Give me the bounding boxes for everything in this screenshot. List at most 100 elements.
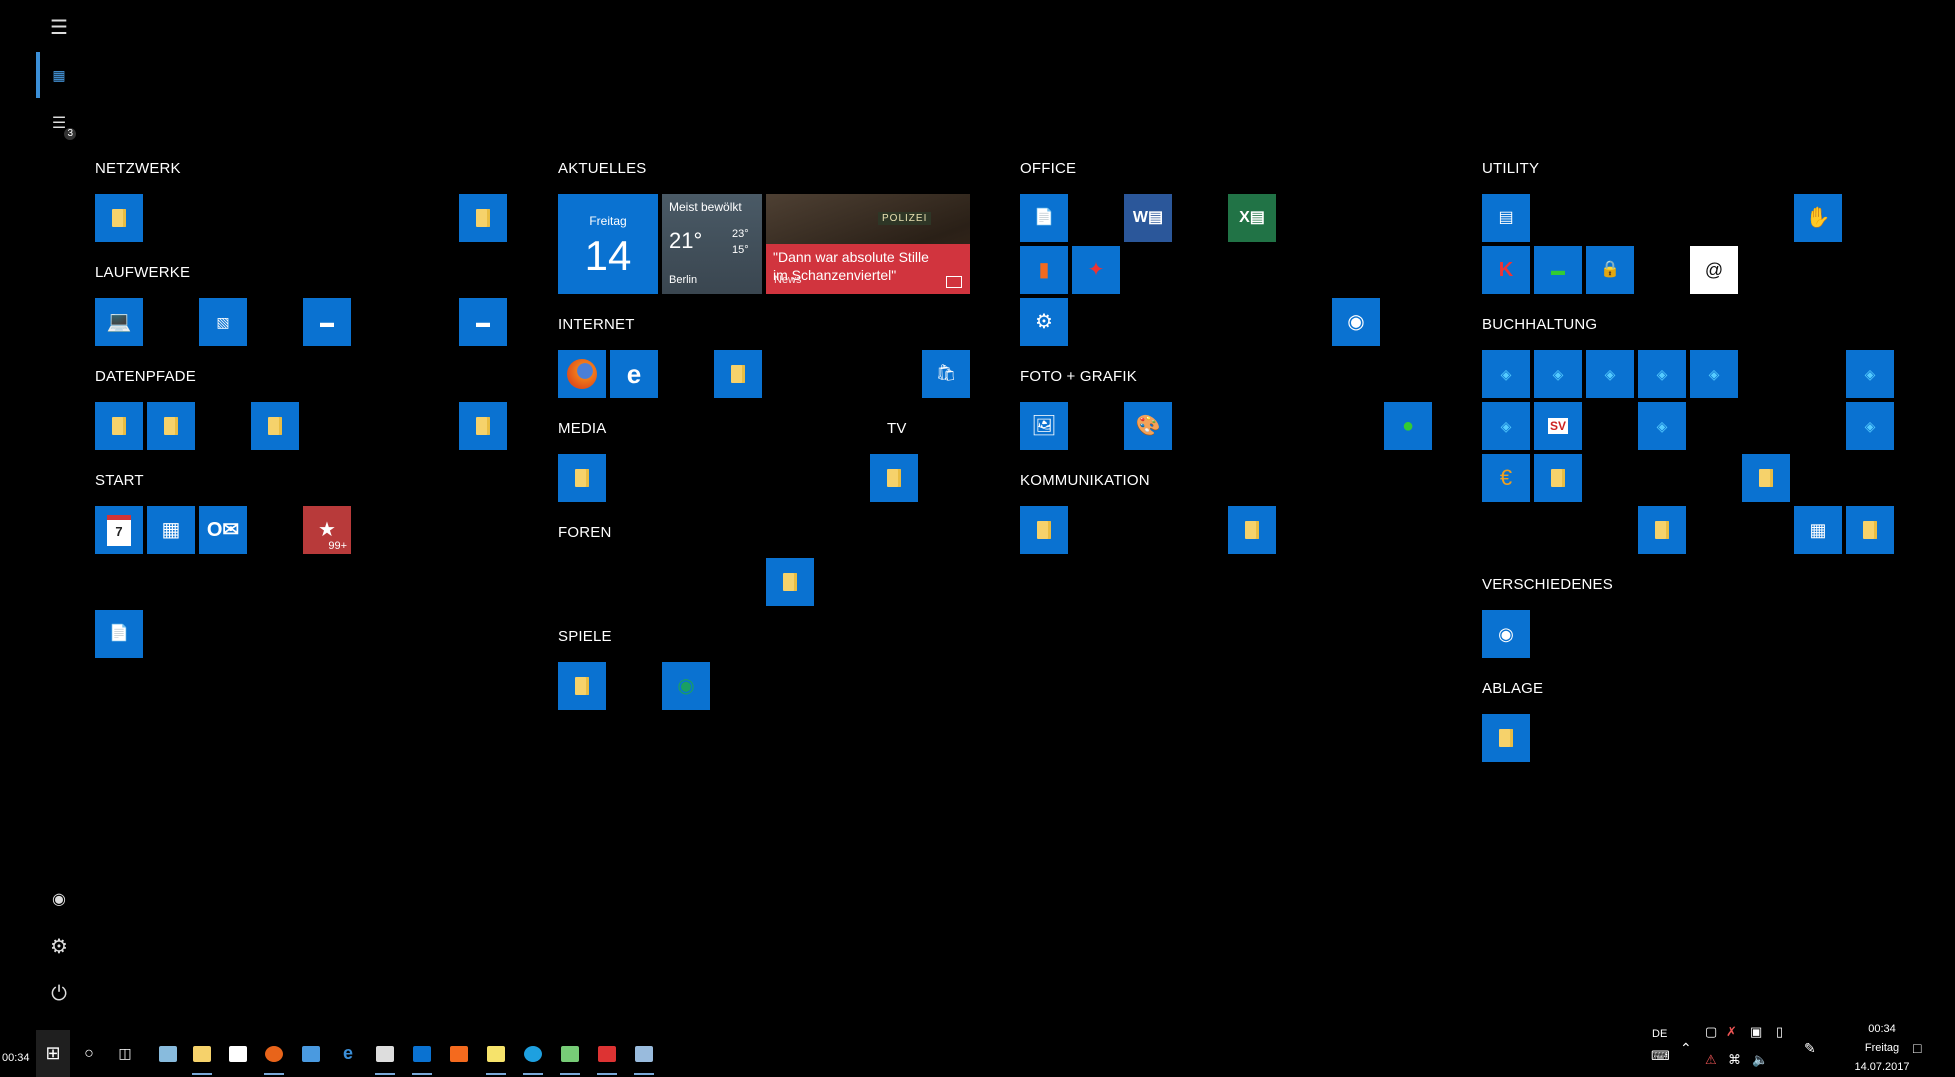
folder-tile[interactable] bbox=[870, 454, 918, 502]
taskbar-explorer[interactable] bbox=[186, 1030, 218, 1077]
office-app-tile[interactable]: ⚙ bbox=[1020, 298, 1068, 346]
app-tile[interactable]: ▦ bbox=[147, 506, 195, 554]
folder-tile[interactable] bbox=[1020, 506, 1068, 554]
office-app-tile[interactable]: 📄 bbox=[1020, 194, 1068, 242]
game-tile[interactable]: ◉ bbox=[662, 662, 710, 710]
folder-tile[interactable] bbox=[766, 558, 814, 606]
folder-tile[interactable] bbox=[558, 662, 606, 710]
acrobat-tile[interactable]: ✦ bbox=[1072, 246, 1120, 294]
taskbar-store[interactable] bbox=[222, 1030, 254, 1077]
tray-time[interactable]: 00:34 bbox=[1852, 1023, 1912, 1035]
folder-tile[interactable] bbox=[1846, 506, 1894, 554]
group-title-foren[interactable]: FOREN bbox=[558, 524, 612, 541]
accounting-tile[interactable]: ◈ bbox=[1846, 402, 1894, 450]
accounting-tile[interactable]: ◈ bbox=[1482, 350, 1530, 398]
graphic-app-tile[interactable]: ● bbox=[1384, 402, 1432, 450]
outlook-tile[interactable]: O✉ bbox=[199, 506, 247, 554]
accounting-tile[interactable]: ◈ bbox=[1638, 402, 1686, 450]
office-app-tile[interactable]: ◉ bbox=[1332, 298, 1380, 346]
folder-tile[interactable] bbox=[251, 402, 299, 450]
kaspersky-tile[interactable]: K bbox=[1482, 246, 1530, 294]
drive-tile[interactable]: ▬ bbox=[459, 298, 507, 346]
settings-gear-icon[interactable]: ⚙ bbox=[36, 923, 82, 969]
folder-tile[interactable] bbox=[1482, 714, 1530, 762]
tray-usb-icon[interactable]: ▯ bbox=[1776, 1024, 1783, 1040]
office-app-tile[interactable]: ▮ bbox=[1020, 246, 1068, 294]
edge-tile[interactable]: e bbox=[610, 350, 658, 398]
group-title-netzwerk[interactable]: NETZWERK bbox=[95, 160, 181, 177]
folder-tile[interactable] bbox=[459, 194, 507, 242]
accounting-tile[interactable]: ◈ bbox=[1586, 350, 1634, 398]
drive-tile[interactable]: ▧ bbox=[199, 298, 247, 346]
taskbar-app[interactable] bbox=[443, 1030, 475, 1077]
taskbar-edge[interactable]: e bbox=[332, 1030, 364, 1077]
group-title-ablage[interactable]: ABLAGE bbox=[1482, 680, 1543, 697]
calendar-live-tile[interactable]: Freitag 14 bbox=[558, 194, 658, 294]
accounting-tile[interactable]: ◈ bbox=[1534, 350, 1582, 398]
task-view-button[interactable]: ◫ bbox=[110, 1030, 140, 1077]
tray-app-icon[interactable]: ▢ bbox=[1705, 1024, 1717, 1040]
drive-tile[interactable]: ▬ bbox=[303, 298, 351, 346]
taskbar-app[interactable] bbox=[295, 1030, 327, 1077]
utility-tile[interactable]: ▤ bbox=[1482, 194, 1530, 242]
app-tile[interactable]: ★ 99+ bbox=[303, 506, 351, 554]
group-title-spiele[interactable]: SPIELE bbox=[558, 628, 612, 645]
taskbar-app[interactable] bbox=[369, 1030, 401, 1077]
group-title-start[interactable]: START bbox=[95, 472, 144, 489]
folder-tile[interactable] bbox=[1742, 454, 1790, 502]
taskbar-app[interactable] bbox=[591, 1030, 623, 1077]
folder-tile[interactable] bbox=[714, 350, 762, 398]
folder-tile[interactable] bbox=[147, 402, 195, 450]
group-title-buchhaltung[interactable]: BUCHHALTUNG bbox=[1482, 316, 1597, 333]
hamburger-menu-icon[interactable]: ☰ bbox=[36, 4, 82, 50]
paint-tile[interactable]: 🎨 bbox=[1124, 402, 1172, 450]
show-hidden-icons-chevron-icon[interactable]: ⌃ bbox=[1680, 1040, 1692, 1057]
pinned-tiles-icon[interactable]: ▦ bbox=[36, 52, 82, 98]
start-button[interactable]: ⊞ bbox=[36, 1030, 70, 1077]
keyboard-icon[interactable]: ⌨ bbox=[1651, 1048, 1670, 1064]
accounting-tile[interactable]: ◈ bbox=[1482, 402, 1530, 450]
weather-live-tile[interactable]: Meist bewölkt 21° 23° 15° Berlin bbox=[662, 194, 762, 294]
svnet-tile[interactable]: SV bbox=[1534, 402, 1582, 450]
euro-tile[interactable]: € bbox=[1482, 454, 1530, 502]
taskbar-firefox[interactable] bbox=[258, 1030, 290, 1077]
group-title-tv[interactable]: TV bbox=[887, 420, 907, 437]
folder-tile[interactable] bbox=[1228, 506, 1276, 554]
email-lock-tile[interactable]: @ bbox=[1690, 246, 1738, 294]
network-icon[interactable]: ⌘ bbox=[1728, 1052, 1741, 1068]
group-title-utility[interactable]: UTILITY bbox=[1482, 160, 1539, 177]
group-title-media[interactable]: MEDIA bbox=[558, 420, 607, 437]
group-title-laufwerke[interactable]: LAUFWERKE bbox=[95, 264, 190, 281]
word-tile[interactable]: W▤ bbox=[1124, 194, 1172, 242]
group-title-kommunikation[interactable]: KOMMUNIKATION bbox=[1020, 472, 1150, 489]
tray-weekday[interactable]: Freitag bbox=[1852, 1042, 1912, 1054]
tray-lock-icon[interactable]: ▣ bbox=[1750, 1024, 1762, 1040]
cortana-button[interactable]: ○ bbox=[74, 1030, 104, 1077]
group-title-verschiedenes[interactable]: VERSCHIEDENES bbox=[1482, 576, 1613, 593]
app-tile[interactable]: 📄 bbox=[95, 610, 143, 658]
taskbar-app[interactable] bbox=[554, 1030, 586, 1077]
power-icon[interactable]: ⏻ bbox=[36, 971, 82, 1017]
taskbar-app[interactable] bbox=[152, 1030, 184, 1077]
calculator-tile[interactable]: ▦ bbox=[1794, 506, 1842, 554]
accounting-tile[interactable]: ◈ bbox=[1846, 350, 1894, 398]
folder-tile[interactable] bbox=[459, 402, 507, 450]
folder-tile[interactable] bbox=[1534, 454, 1582, 502]
pen-workspace-icon[interactable]: ✎ bbox=[1804, 1040, 1816, 1057]
this-pc-tile[interactable]: 💻 bbox=[95, 298, 143, 346]
utility-tile[interactable]: 🔒 bbox=[1586, 246, 1634, 294]
group-title-foto-grafik[interactable]: FOTO + GRAFIK bbox=[1020, 368, 1137, 385]
folder-tile[interactable] bbox=[95, 402, 143, 450]
all-apps-icon[interactable]: ☰ 3 bbox=[36, 100, 82, 146]
folder-tile[interactable] bbox=[95, 194, 143, 242]
store-tile[interactable]: 🛍 bbox=[922, 350, 970, 398]
group-title-internet[interactable]: INTERNET bbox=[558, 316, 635, 333]
taskbar-app[interactable] bbox=[628, 1030, 660, 1077]
misc-app-tile[interactable]: ◉ bbox=[1482, 610, 1530, 658]
tray-date[interactable]: 14.07.2017 bbox=[1852, 1061, 1912, 1073]
folder-tile[interactable] bbox=[1638, 506, 1686, 554]
utility-tile[interactable]: ▬ bbox=[1534, 246, 1582, 294]
group-title-office[interactable]: OFFICE bbox=[1020, 160, 1076, 177]
calendar-app-tile[interactable]: 7 bbox=[95, 506, 143, 554]
tray-security-icon[interactable]: ✗ bbox=[1726, 1024, 1737, 1040]
